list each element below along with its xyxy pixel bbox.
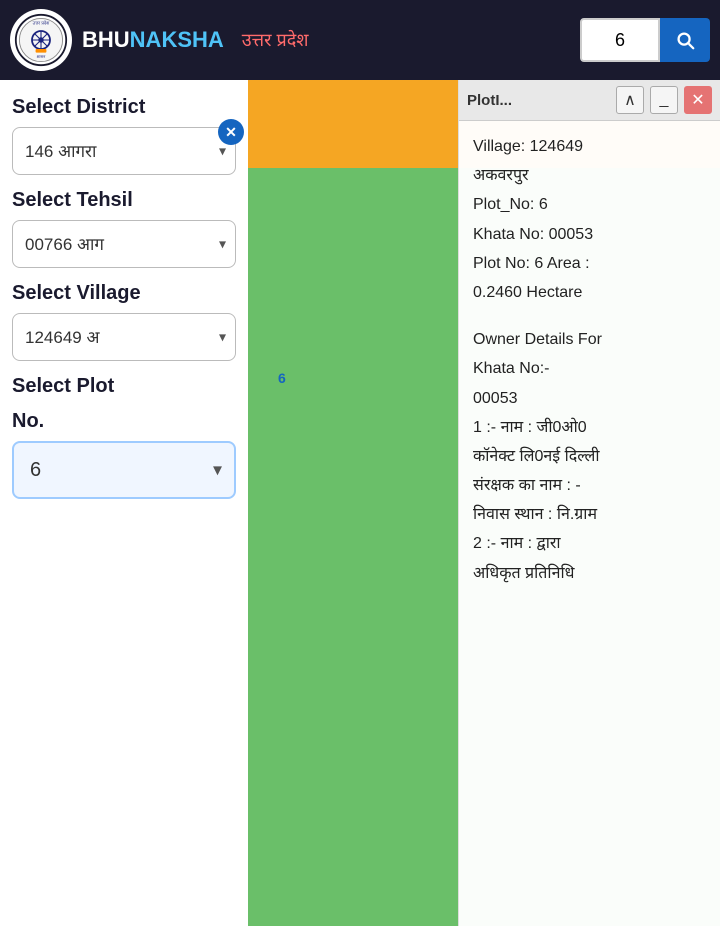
- panel-minimize-button[interactable]: _: [650, 86, 678, 114]
- info-owner-header3: 00053: [473, 385, 706, 412]
- app-logo: उत्तर प्रदेश शासन: [10, 9, 72, 71]
- district-select-wrapper: 146 आगरा ▾ ✕: [12, 127, 236, 175]
- district-close-button[interactable]: ✕: [218, 119, 244, 145]
- info-area-line2: 0.2460 Hectare: [473, 279, 706, 306]
- sidebar: Select District 146 आगरा ▾ ✕ Select Tehs…: [0, 80, 248, 926]
- info-village-code: Village: 124649: [473, 133, 706, 160]
- plot-label-line2: No.: [12, 410, 236, 433]
- app-name: BHUNAKSHA: [82, 27, 224, 53]
- panel-close-button[interactable]: ✕: [684, 86, 712, 114]
- map-plot-label: 6: [278, 370, 286, 386]
- tehsil-label: Select Tehsil: [12, 189, 236, 212]
- info-owner-header1: Owner Details For: [473, 326, 706, 353]
- info-owner1-line4: निवास स्थान : नि.ग्राम: [473, 501, 706, 528]
- info-owner2-line1: 2 :- नाम : द्वारा: [473, 530, 706, 557]
- info-village-name: अकवरपुर: [473, 162, 706, 189]
- app-header: उत्तर प्रदेश शासन BHUNAKSHA उत्तर प्रदेश: [0, 0, 720, 80]
- state-label: उत्तर प्रदेश: [242, 28, 309, 52]
- info-plot-no: Plot_No: 6: [473, 191, 706, 218]
- svg-text:शासन: शासन: [37, 54, 47, 59]
- info-area-line1: Plot No: 6 Area :: [473, 250, 706, 277]
- main-content: Select District 146 आगरा ▾ ✕ Select Tehs…: [0, 80, 720, 926]
- info-khata-no: Khata No: 00053: [473, 221, 706, 248]
- tehsil-select-wrapper: 00766 आग ▾: [12, 220, 236, 268]
- info-panel: PlotI... ∧ _ ✕ Village: 124649 अकवरपुर P…: [458, 80, 720, 926]
- app-name-part2: NAKSHA: [130, 27, 224, 52]
- info-owner2-line2: अधिकृत प्रतिनिधि: [473, 560, 706, 587]
- search-input[interactable]: [580, 18, 660, 62]
- svg-text:उत्तर प्रदेश: उत्तर प्रदेश: [33, 20, 51, 26]
- village-select-wrapper: 124649 अ ▾: [12, 313, 236, 361]
- app-name-part1: BHU: [82, 27, 130, 52]
- info-owner1-line3: संरक्षक का नाम : -: [473, 472, 706, 499]
- plot-label-line1: Select Plot: [12, 375, 236, 398]
- district-label: Select District: [12, 96, 236, 119]
- info-owner1-line1: 1 :- नाम : जी0ओ0: [473, 414, 706, 441]
- plot-select-wrapper: 6 ▾: [12, 441, 236, 499]
- search-button[interactable]: [660, 18, 710, 62]
- village-select[interactable]: 124649 अ: [12, 313, 236, 361]
- plot-select[interactable]: 6: [12, 441, 236, 499]
- info-panel-title: PlotI...: [467, 92, 610, 109]
- village-label: Select Village: [12, 282, 236, 305]
- info-owner-header2: Khata No:-: [473, 355, 706, 382]
- search-box: [580, 18, 710, 62]
- panel-expand-button[interactable]: ∧: [616, 86, 644, 114]
- info-owner1-line2: कॉनेक्ट लि0नई दिल्ली: [473, 443, 706, 470]
- info-content: Village: 124649 अकवरपुर Plot_No: 6 Khata…: [459, 121, 720, 601]
- info-panel-header: PlotI... ∧ _ ✕: [459, 80, 720, 121]
- search-icon: [674, 29, 696, 51]
- district-select[interactable]: 146 आगरा: [12, 127, 236, 175]
- info-divider: [473, 308, 706, 326]
- tehsil-select[interactable]: 00766 आग: [12, 220, 236, 268]
